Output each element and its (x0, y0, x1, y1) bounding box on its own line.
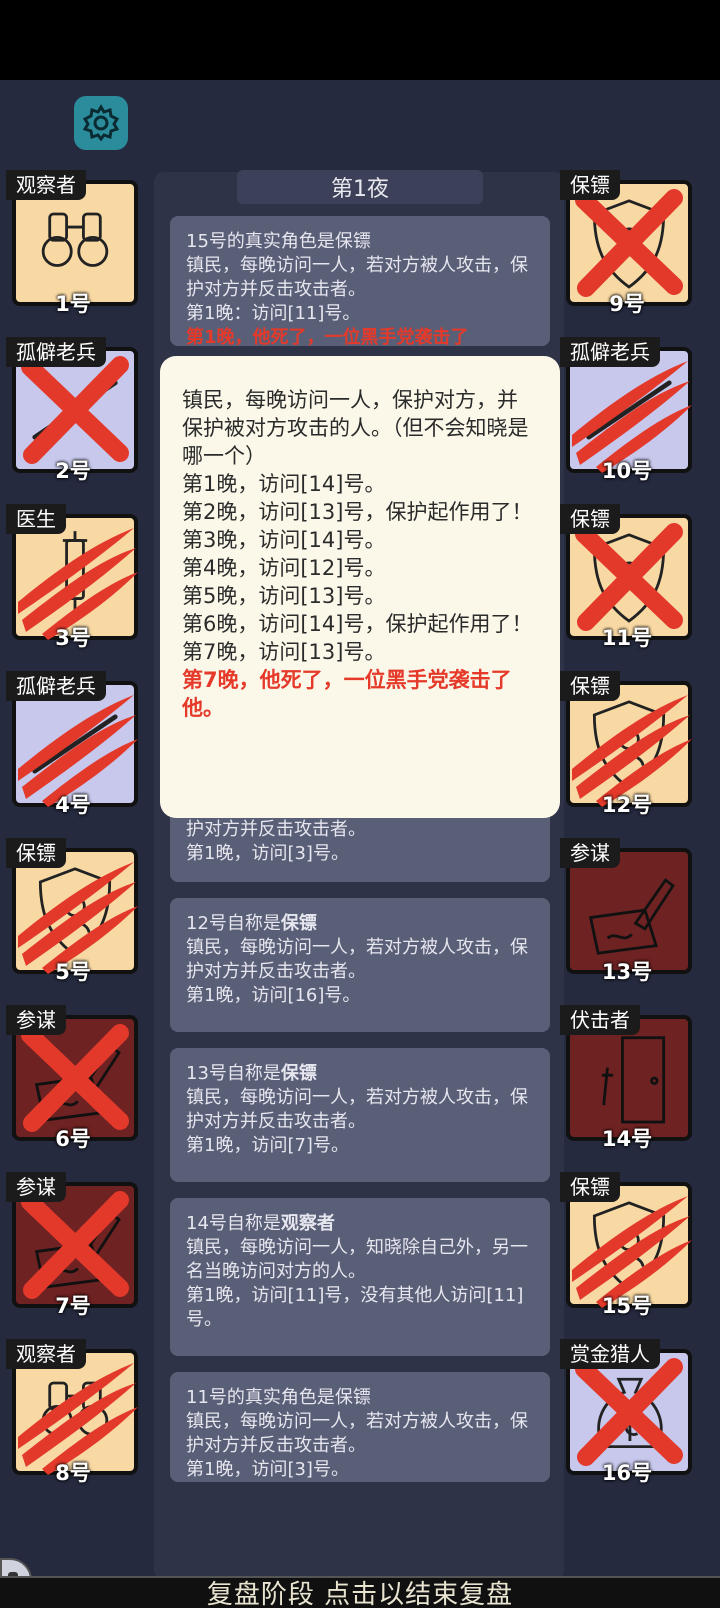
player-number: 16号 (601, 1461, 653, 1485)
player-number: 11号 (601, 626, 653, 650)
player-number: 5号 (55, 960, 91, 984)
log-card: 11号的真实角色是保镖 镇民，每晚访问一人，若对方被人攻击，保护对方并反击攻击者… (170, 1372, 550, 1482)
end-review-button[interactable]: 复盘阶段 点击以结束复盘 (0, 1576, 720, 1608)
role-tag: 参谋 (6, 1005, 66, 1035)
player-card[interactable]: 保镖 11号 (556, 504, 698, 654)
player-card[interactable]: 观察者 8号 (2, 1339, 144, 1489)
player-number: 2号 (55, 459, 91, 483)
player-card[interactable]: 伏击者 14号 (556, 1005, 698, 1155)
role-tag: 孤僻老兵 (560, 337, 660, 367)
player-number: 4号 (55, 793, 91, 817)
player-number: 1号 (55, 292, 91, 316)
role-tag: 保镖 (6, 838, 66, 868)
role-tag: 保镖 (560, 504, 620, 534)
night-title: 第1夜 (237, 170, 483, 204)
player-card[interactable]: 孤僻老兵 2号 (2, 337, 144, 487)
role-tag: 伏击者 (560, 1005, 640, 1035)
player-card[interactable]: 医生 3号 (2, 504, 144, 654)
player-card[interactable]: 保镖 15号 (556, 1172, 698, 1322)
role-tag: 赏金猎人 (560, 1339, 660, 1369)
player-number: 13号 (601, 960, 653, 984)
role-tag: 孤僻老兵 (6, 671, 106, 701)
role-tag: 孤僻老兵 (6, 337, 106, 367)
role-tag: 观察者 (6, 1339, 86, 1369)
player-number: 9号 (609, 292, 645, 316)
player-card[interactable]: 孤僻老兵 10号 (556, 337, 698, 487)
role-tag: 观察者 (6, 170, 86, 200)
player-number: 10号 (601, 459, 653, 483)
role-tag: 保镖 (560, 671, 620, 701)
role-tag: 保镖 (560, 170, 620, 200)
player-number: 8号 (55, 1461, 91, 1485)
log-card: 12号自称是保镖 镇民，每晚访问一人，若对方被人攻击，保护对方并反击攻击者。 第… (170, 898, 550, 1032)
gear-icon (82, 104, 120, 142)
player-card[interactable]: 保镖 5号 (2, 838, 144, 988)
player-card[interactable]: 保镖 12号 (556, 671, 698, 821)
role-detail-popup[interactable]: 镇民，每晚访问一人，保护对方，并保护被对方攻击的人。（但不会知晓是哪一个） 第1… (160, 356, 560, 818)
player-card[interactable]: 保镖 9号 (556, 170, 698, 320)
player-number: 6号 (55, 1127, 91, 1151)
player-number: 3号 (55, 626, 91, 650)
player-number: 14号 (601, 1127, 653, 1151)
log-card: 14号自称是观察者 镇民，每晚访问一人，知晓除自己外，另一名当晚访问对方的人。 … (170, 1198, 550, 1356)
player-card[interactable]: 参谋 6号 (2, 1005, 144, 1155)
player-card[interactable]: 观察者 1号 (2, 170, 144, 320)
player-number: 7号 (55, 1294, 91, 1318)
role-tag: 参谋 (6, 1172, 66, 1202)
log-card: 13号自称是保镖 镇民，每晚访问一人，若对方被人攻击，保护对方并反击攻击者。 第… (170, 1048, 550, 1182)
player-card[interactable]: 参谋 7号 (2, 1172, 144, 1322)
player-card[interactable]: 赏金猎人 16号 (556, 1339, 698, 1489)
role-tag: 医生 (6, 504, 66, 534)
role-tag: 参谋 (560, 838, 620, 868)
player-number: 12号 (601, 793, 653, 817)
player-card[interactable]: 孤僻老兵 4号 (2, 671, 144, 821)
player-number: 15号 (601, 1294, 653, 1318)
player-card[interactable]: 参谋 13号 (556, 838, 698, 988)
role-tag: 保镖 (560, 1172, 620, 1202)
game-screen: 第1夜 15号的真实角色是保镖 镇民，每晚访问一人，若对方被人攻击，保护对方并反… (0, 80, 720, 1608)
settings-button[interactable] (74, 96, 128, 150)
log-card: 15号的真实角色是保镖 镇民，每晚访问一人，若对方被人攻击，保护对方并反击攻击者… (170, 216, 550, 346)
